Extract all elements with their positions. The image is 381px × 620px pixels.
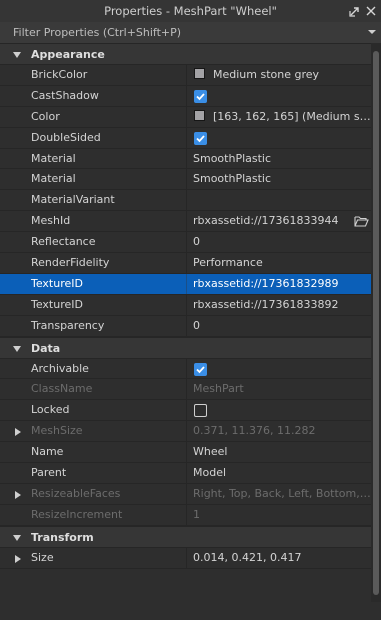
property-row-archivable[interactable]: Archivable [0, 358, 371, 380]
property-row-color[interactable]: Color [163, 162, 165] (Medium stone grey… [0, 106, 371, 128]
property-value[interactable]: Medium stone grey [188, 65, 371, 85]
property-name: TextureID [0, 294, 187, 315]
checkmark-icon [196, 135, 205, 142]
property-value[interactable] [188, 128, 371, 148]
property-row-classname: ClassName MeshPart [0, 379, 371, 401]
property-value[interactable]: SmoothPlastic [188, 169, 371, 189]
section-transform[interactable]: Transform [0, 525, 371, 548]
property-row-textureid-selected[interactable]: TextureID rbxassetid://17361832989 [0, 273, 371, 295]
property-name: Material [0, 169, 187, 190]
property-value-text: [163, 162, 165] (Medium stone grey) [213, 109, 371, 123]
property-name: Name [0, 442, 187, 463]
property-row-material[interactable]: Material SmoothPlastic [0, 169, 371, 191]
property-value[interactable] [188, 400, 371, 420]
property-name: Transparency [0, 315, 187, 336]
property-name: ClassName [0, 379, 187, 400]
title-bar: Properties - MeshPart "Wheel" [0, 0, 381, 23]
section-data[interactable]: Data [0, 336, 371, 359]
color-swatch-icon[interactable] [194, 68, 205, 79]
property-name: Archivable [0, 358, 187, 379]
property-value-text: Medium stone grey [213, 68, 320, 81]
vertical-scrollbar[interactable] [371, 43, 381, 602]
checkbox-unchecked[interactable] [194, 404, 207, 418]
property-value[interactable]: SmoothPlastic [188, 149, 371, 169]
property-row-reflectance[interactable]: Reflectance 0 [0, 232, 371, 254]
property-name: Reflectance [0, 232, 187, 253]
property-row-materialvariant[interactable]: MaterialVariant [0, 190, 371, 212]
property-value: Right, Top, Back, Left, Bottom, Front [193, 486, 371, 500]
property-name: Material [0, 148, 187, 169]
collapse-caret-icon[interactable] [13, 534, 21, 541]
property-value[interactable]: 0 [188, 232, 371, 252]
property-name: RenderFidelity [0, 253, 187, 273]
property-value: MeshPart [193, 382, 244, 396]
property-row-textureid[interactable]: TextureID rbxassetid://17361833892 [0, 294, 371, 316]
section-label: Transform [31, 530, 94, 544]
property-value[interactable]: rbxassetid://17361833892 [188, 295, 371, 315]
property-name: ResizeIncrement [0, 504, 187, 525]
chevron-down-icon[interactable] [368, 28, 376, 36]
property-value[interactable]: 0.014, 0.421, 0.417 [188, 548, 371, 568]
property-name: MaterialVariant [0, 190, 187, 211]
property-row-doublesided[interactable]: DoubleSided [0, 127, 371, 149]
checkbox-checked[interactable] [194, 362, 207, 376]
section-label: Data [31, 341, 61, 355]
scrollbar-thumb[interactable] [373, 51, 379, 595]
property-value[interactable] [188, 190, 371, 210]
property-row-material[interactable]: Material SmoothPlastic [0, 148, 371, 170]
property-value[interactable]: Performance [188, 253, 371, 273]
property-name: BrickColor [0, 65, 187, 85]
property-name: MeshSize [0, 421, 187, 442]
property-value[interactable]: 0 [188, 316, 371, 336]
collapse-caret-icon[interactable] [13, 345, 21, 352]
property-value[interactable] [188, 86, 371, 106]
property-row-resizeincrement: ResizeIncrement 1 [0, 504, 371, 526]
property-value[interactable]: [163, 162, 165] (Medium stone grey) [188, 107, 371, 127]
section-appearance[interactable]: Appearance [0, 43, 371, 65]
close-icon[interactable] [364, 4, 378, 18]
property-value[interactable]: Wheel [188, 442, 371, 462]
property-name: ResizeableFaces [0, 483, 187, 504]
property-name: Parent [0, 463, 187, 483]
property-name: Locked [0, 400, 187, 421]
window-title: Properties - MeshPart "Wheel" [104, 4, 277, 18]
property-value[interactable]: Model [188, 463, 371, 483]
property-row-meshid[interactable]: MeshId rbxassetid://17361833944 [0, 211, 371, 233]
checkbox-checked[interactable] [194, 131, 207, 145]
property-row-size[interactable]: Size 0.014, 0.421, 0.417 [0, 547, 371, 569]
property-name: MeshId [0, 211, 187, 232]
collapse-caret-icon[interactable] [13, 52, 21, 58]
property-row-resizeablefaces[interactable]: ResizeableFaces Right, Top, Back, Left, … [0, 483, 371, 505]
property-value-text: rbxassetid://17361833944 [193, 214, 339, 228]
property-value: 1 [193, 507, 200, 521]
property-value[interactable] [188, 359, 371, 379]
checkbox-checked[interactable] [194, 89, 207, 103]
filter-bar [0, 22, 381, 44]
property-row-parent[interactable]: Parent Model [0, 463, 371, 484]
folder-open-icon[interactable] [354, 215, 369, 227]
property-name: Size [0, 547, 187, 568]
checkmark-icon [196, 93, 205, 101]
property-row-name[interactable]: Name Wheel [0, 442, 371, 464]
color-swatch-icon[interactable] [194, 109, 205, 121]
property-row-meshsize[interactable]: MeshSize 0.371, 11.376, 11.282 [0, 421, 371, 443]
property-name: Color [0, 106, 187, 127]
property-row-castshadow[interactable]: CastShadow [0, 85, 371, 107]
panel-footer [0, 602, 381, 620]
property-name: DoubleSided [0, 127, 187, 148]
section-label: Appearance [31, 48, 105, 61]
property-row-brickcolor[interactable]: BrickColor Medium stone grey [0, 65, 371, 86]
property-value[interactable]: rbxassetid://17361832989 [188, 274, 371, 294]
property-grid: Appearance BrickColor Medium stone grey … [0, 43, 371, 569]
property-value[interactable]: rbxassetid://17361833944 [188, 211, 371, 231]
property-row-locked[interactable]: Locked [0, 400, 371, 422]
filter-properties-input[interactable] [0, 22, 366, 43]
property-name: TextureID [0, 273, 187, 294]
property-row-renderfidelity[interactable]: RenderFidelity Performance [0, 253, 371, 274]
property-value: 0.371, 11.376, 11.282 [193, 424, 316, 438]
checkmark-icon [196, 365, 205, 373]
undock-icon[interactable] [348, 4, 362, 18]
property-name: CastShadow [0, 85, 187, 106]
property-row-transparency[interactable]: Transparency 0 [0, 315, 371, 337]
